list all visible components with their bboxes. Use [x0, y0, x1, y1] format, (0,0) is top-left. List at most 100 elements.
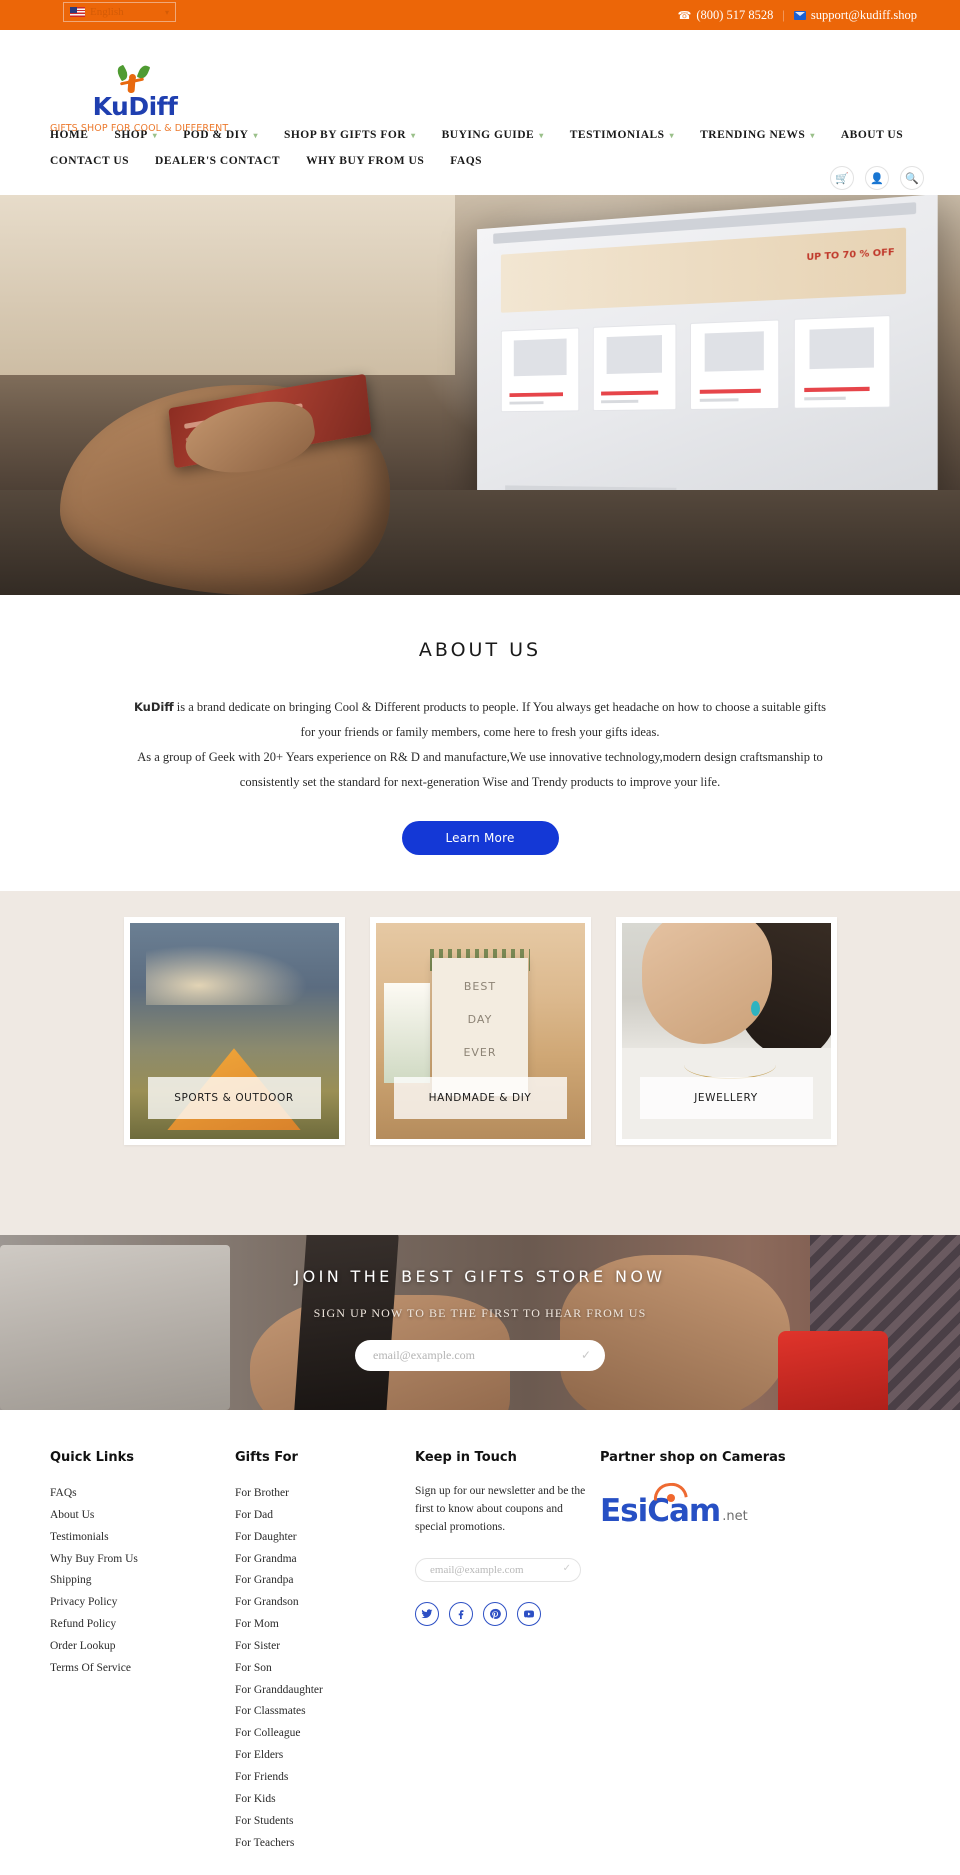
footer-column-partner: Partner shop on Cameras EsiCam .net — [600, 1450, 850, 1854]
about-section: ABOUT US KuDiff is a brand dedicate on b… — [0, 595, 960, 891]
language-label: English — [90, 6, 124, 18]
nav-label: ABOUT US — [840, 129, 904, 141]
email-link[interactable]: support@kudiff.shop — [793, 7, 917, 23]
esicam-wordmark: EsiCam — [600, 1493, 721, 1529]
nav-item-trending-news[interactable]: TRENDING NEWS ▾ — [700, 129, 815, 141]
social-links — [415, 1602, 600, 1627]
footer-column-keep-in-touch: Keep in Touch Sign up for our newsletter… — [415, 1450, 600, 1854]
topbar-separator: | — [782, 7, 785, 22]
chevron-down-icon: ▾ — [253, 130, 258, 140]
list-item[interactable]: Terms Of Service — [50, 1658, 235, 1680]
twitter-icon[interactable] — [415, 1602, 439, 1627]
list-item[interactable]: Testimonials — [50, 1527, 235, 1549]
chevron-down-icon: ▾ — [164, 7, 169, 17]
language-selector[interactable]: English ▾ — [63, 2, 176, 22]
facebook-icon[interactable] — [449, 1602, 473, 1627]
list-item[interactable]: Why Buy From Us — [50, 1549, 235, 1571]
list-item[interactable]: For Grandson — [235, 1592, 415, 1614]
newsletter-email-input[interactable] — [355, 1340, 605, 1371]
nav-item-contact-us[interactable]: CONTACT US — [50, 155, 129, 167]
nav-item-shop-by-gifts-for[interactable]: SHOP BY GIFTS FOR ▾ — [284, 129, 416, 141]
cart-icon[interactable]: 🛒 — [830, 166, 854, 190]
learn-more-button[interactable]: Learn More — [401, 821, 559, 855]
youtube-icon[interactable] — [517, 1602, 541, 1627]
nav-label: WHY BUY FROM US — [306, 155, 425, 167]
phone-number: (800) 517 8528 — [696, 7, 774, 22]
esicam-suffix: .net — [722, 1509, 748, 1524]
category-card-handmade-diy[interactable]: BEST DAY EVER HANDMADE & DIY — [369, 917, 591, 1145]
esicam-logo[interactable]: EsiCam .net — [600, 1481, 850, 1529]
list-item[interactable]: For Dad — [235, 1505, 415, 1527]
nav-label: BUYING GUIDE — [441, 129, 535, 141]
list-item[interactable]: For Teachers — [235, 1833, 415, 1855]
footer-column-gifts-for: Gifts For For Brother For Dad For Daught… — [235, 1450, 415, 1854]
nav-label: DEALER'S CONTACT — [155, 155, 281, 167]
category-label: SPORTS & OUTDOOR — [147, 1077, 321, 1119]
list-item[interactable]: For Classmates — [235, 1701, 415, 1723]
about-paragraph-1: KuDiff is a brand dedicate on bringing C… — [130, 695, 830, 745]
list-item[interactable]: For Sister — [235, 1636, 415, 1658]
nav-row-primary: HOME SHOP ▾ POD & DIY ▾ SHOP BY GIFTS FO… — [50, 122, 930, 148]
list-item[interactable]: Refund Policy — [50, 1614, 235, 1636]
nav-item-faqs[interactable]: FAQS — [450, 155, 482, 167]
list-item[interactable]: For Son — [235, 1658, 415, 1680]
about-text: KuDiff is a brand dedicate on bringing C… — [130, 695, 830, 795]
list-item[interactable]: For Colleague — [235, 1723, 415, 1745]
list-item[interactable]: For Friends — [235, 1767, 415, 1789]
site-footer: Quick Links FAQs About Us Testimonials W… — [0, 1410, 960, 1855]
list-item[interactable]: Order Lookup — [50, 1636, 235, 1658]
hero-wall — [0, 195, 455, 375]
list-item[interactable]: For Elders — [235, 1745, 415, 1767]
list-item[interactable]: Shipping — [50, 1570, 235, 1592]
category-card-jewellery[interactable]: JEWELLERY — [615, 917, 837, 1145]
brand-name: KuDiff — [133, 700, 174, 714]
nav-item-about-us[interactable]: ABOUT US — [841, 129, 903, 141]
list-item[interactable]: For Kids — [235, 1789, 415, 1811]
header-action-icons: 🛒 👤 🔍 — [830, 166, 924, 190]
list-item[interactable]: For Brother — [235, 1483, 415, 1505]
list-item[interactable]: For Daughter — [235, 1527, 415, 1549]
nav-item-why-buy-from-us[interactable]: WHY BUY FROM US — [306, 155, 424, 167]
pinterest-icon[interactable] — [483, 1602, 507, 1627]
footer-email-input[interactable] — [415, 1558, 581, 1583]
check-icon[interactable]: ✓ — [563, 1563, 571, 1574]
footer-heading-keep-in-touch: Keep in Touch — [415, 1450, 517, 1465]
nav-item-home[interactable]: HOME — [50, 129, 88, 141]
footer-heading-partner: Partner shop on Cameras — [600, 1450, 786, 1465]
phone-link[interactable]: ☎ (800) 517 8528 — [678, 8, 774, 23]
list-item[interactable]: About Us — [50, 1505, 235, 1527]
nav-label: FAQS — [450, 155, 483, 167]
us-flag-icon — [70, 7, 85, 17]
account-icon[interactable]: 👤 — [865, 166, 889, 190]
nav-label: TRENDING NEWS — [700, 129, 806, 141]
list-item[interactable]: For Students — [235, 1811, 415, 1833]
footer-column-quick-links: Quick Links FAQs About Us Testimonials W… — [50, 1450, 235, 1854]
check-icon[interactable]: ✓ — [581, 1348, 591, 1363]
list-item[interactable]: Privacy Policy — [50, 1592, 235, 1614]
nav-label: POD & DIY — [183, 129, 249, 141]
nav-item-buying-guide[interactable]: BUYING GUIDE ▾ — [442, 129, 544, 141]
topbar-contact: ☎ (800) 517 8528 | support@kudiff.shop — [678, 0, 917, 30]
nav-item-testimonials[interactable]: TESTIMONIALS ▾ — [570, 129, 674, 141]
chevron-down-icon: ▾ — [810, 130, 815, 140]
category-card-sports-outdoor[interactable]: SPORTS & OUTDOOR — [123, 917, 345, 1145]
list-item[interactable]: FAQs — [50, 1483, 235, 1505]
list-item[interactable]: For Mom — [235, 1614, 415, 1636]
email-address: support@kudiff.shop — [810, 7, 917, 22]
nav-item-dealers-contact[interactable]: DEALER'S CONTACT — [155, 155, 280, 167]
nav-item-pod-diy[interactable]: POD & DIY ▾ — [183, 129, 258, 141]
main-navigation: HOME SHOP ▾ POD & DIY ▾ SHOP BY GIFTS FO… — [50, 122, 930, 174]
about-paragraph-2: As a group of Geek with 20+ Years experi… — [137, 750, 823, 789]
footer-heading-quick-links: Quick Links — [50, 1450, 135, 1465]
chevron-down-icon: ▾ — [669, 130, 675, 140]
category-label: JEWELLERY — [639, 1077, 813, 1119]
nav-label: TESTIMONIALS — [569, 129, 665, 141]
newsletter-banner: JOIN THE BEST GIFTS STORE NOW SIGN UP NO… — [0, 1235, 960, 1410]
list-item[interactable]: For Granddaughter — [235, 1680, 415, 1702]
search-icon[interactable]: 🔍 — [900, 166, 924, 190]
quick-links-list: FAQs About Us Testimonials Why Buy From … — [50, 1483, 235, 1680]
figure-body-icon — [127, 77, 136, 94]
list-item[interactable]: For Grandma — [235, 1549, 415, 1571]
list-item[interactable]: For Grandpa — [235, 1570, 415, 1592]
nav-item-shop[interactable]: SHOP ▾ — [114, 129, 157, 141]
